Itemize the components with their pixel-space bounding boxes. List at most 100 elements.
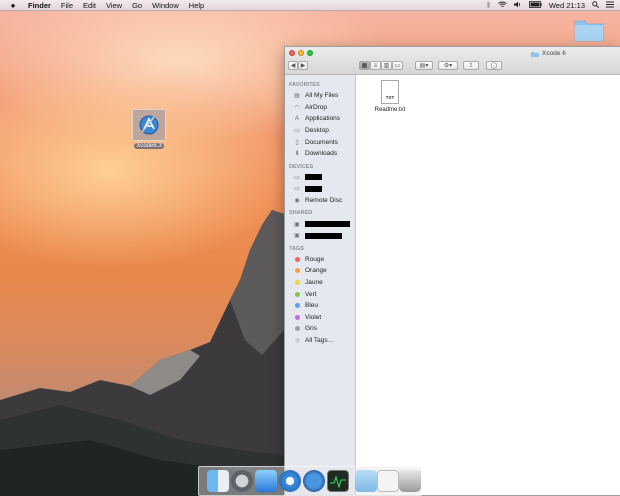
share-button[interactable]: ⇪ — [463, 61, 479, 70]
text-file-icon: TXT — [381, 80, 399, 104]
sidebar-item-label: Rouge — [305, 255, 325, 263]
sidebar-item-label: All My Files — [305, 92, 339, 100]
dock-safari-icon[interactable] — [279, 470, 301, 492]
notification-center-icon[interactable] — [606, 1, 614, 10]
sidebar-item-label: Jaune — [305, 279, 323, 287]
applications-icon: A — [294, 115, 299, 122]
desktop-icon: ▭ — [294, 128, 300, 135]
sidebar-item-label: Documents — [305, 138, 338, 146]
view-list-button[interactable]: ≡ — [370, 61, 381, 70]
desktop-xcode-app[interactable]: Xcode6.3 — [131, 109, 167, 157]
menu-go[interactable]: Go — [132, 1, 142, 10]
tag-color-dot — [294, 280, 300, 286]
share-icon: ⇪ — [468, 63, 474, 69]
network-computer-icon: ▣ — [294, 233, 300, 240]
sidebar-heading-shared: SHARED — [289, 210, 313, 217]
dock-documents-stack-icon[interactable] — [377, 470, 399, 492]
dock-appstore-icon[interactable] — [255, 470, 277, 492]
sidebar-item-label: Remote Disc — [305, 197, 343, 205]
sidebar-item-documents[interactable]: ▯ Documents — [285, 136, 355, 148]
sidebar-item-tag-jaune[interactable]: Jaune — [285, 277, 355, 289]
sidebar-item-all-tags[interactable]: All Tags… — [285, 335, 355, 347]
redacted-shared-name — [305, 221, 350, 228]
network-computer-icon: ▣ — [294, 221, 300, 228]
action-button[interactable]: ⚙▾ — [438, 61, 458, 70]
minimize-button[interactable] — [298, 50, 304, 56]
dock-folder-icon[interactable] — [355, 470, 377, 492]
dock-activity-monitor-icon[interactable] — [327, 470, 349, 492]
sidebar-item-desktop[interactable]: ▭ Desktop — [285, 125, 355, 137]
airdrop-icon: ◠ — [294, 104, 300, 111]
volume-icon[interactable] — [513, 1, 522, 10]
sidebar-item-tag-violet[interactable]: Violet — [285, 312, 355, 324]
sidebar-item-applications[interactable]: A Applications — [285, 113, 355, 125]
menu-finder[interactable]: Finder — [28, 1, 51, 10]
sidebar-heading-tags: TAGS — [289, 245, 304, 252]
view-icon-button[interactable]: ▦ — [359, 61, 370, 70]
file-readme[interactable]: TXT Readme.txt — [370, 80, 410, 113]
arrange-icon: ▤▾ — [419, 63, 429, 69]
close-button[interactable] — [289, 50, 295, 56]
desktop-folder-icon[interactable] — [574, 17, 604, 42]
forward-button[interactable]: ▶ — [298, 61, 308, 70]
sidebar-item-label: All Tags… — [305, 336, 335, 344]
sidebar-item-tag-gris[interactable]: Gris — [285, 323, 355, 335]
battery-icon[interactable] — [528, 0, 542, 10]
file-name: Readme.txt — [374, 107, 406, 113]
dock-launchpad-icon[interactable] — [231, 470, 253, 492]
view-column-button[interactable]: ▥ — [381, 61, 392, 70]
dock-trash-icon[interactable] — [399, 470, 421, 492]
sidebar-item-shared-1[interactable]: ▣ — [285, 218, 355, 230]
dock — [198, 466, 422, 496]
wifi-icon[interactable] — [498, 1, 507, 10]
file-type-badge: TXT — [385, 95, 395, 100]
finder-titlebar[interactable]: Xcode 6 ◀ ▶ ▦ ≡ ▥ ▭ ▤▾ ⚙▾ ⇪ ◯ — [285, 47, 620, 75]
menu-window[interactable]: Window — [152, 1, 179, 10]
desktop-xcode-label: Xcode6.3 — [134, 143, 164, 149]
arrange-button[interactable]: ▤▾ — [415, 61, 433, 70]
finder-window: Xcode 6 ◀ ▶ ▦ ≡ ▥ ▭ ▤▾ ⚙▾ ⇪ ◯ FAVORITES … — [284, 46, 620, 496]
sidebar-item-tag-rouge[interactable]: Rouge — [285, 254, 355, 266]
tag-button[interactable]: ◯ — [486, 61, 502, 70]
menu-help[interactable]: Help — [189, 1, 204, 10]
bluetooth-icon[interactable]: ᛒ — [487, 2, 491, 9]
tag-color-dot — [294, 303, 300, 309]
dock-xcode-icon[interactable] — [303, 470, 325, 492]
menu-view[interactable]: View — [106, 1, 122, 10]
view-coverflow-button[interactable]: ▭ — [392, 61, 403, 70]
back-button[interactable]: ◀ — [288, 61, 298, 70]
menu-file[interactable]: File — [61, 1, 73, 10]
sidebar-item-airdrop[interactable]: ◠ AirDrop — [285, 102, 355, 114]
sidebar-item-tag-vert[interactable]: Vert — [285, 288, 355, 300]
disk-icon: ▭ — [294, 186, 300, 193]
finder-toolbar: ◀ ▶ ▦ ≡ ▥ ▭ ▤▾ ⚙▾ ⇪ ◯ — [285, 61, 620, 72]
sidebar-item-label: Desktop — [305, 127, 329, 135]
sidebar-item-device-1[interactable]: ▭ — [285, 172, 355, 184]
window-title: Xcode 6 — [531, 50, 566, 57]
gear-icon: ⚙▾ — [443, 63, 453, 69]
xcode-app-icon — [132, 109, 166, 141]
sidebar-item-downloads[interactable]: ⬇ Downloads — [285, 148, 355, 160]
apple-menu-icon[interactable]: ● — [8, 1, 18, 10]
column-view-icon: ▥ — [383, 63, 390, 69]
sidebar-item-remote-disc[interactable]: ◉ Remote Disc — [285, 195, 355, 207]
sidebar-item-shared-2[interactable]: ▣ — [285, 230, 355, 242]
disk-icon: ▭ — [294, 174, 300, 181]
menu-edit[interactable]: Edit — [83, 1, 96, 10]
zoom-button[interactable] — [307, 50, 313, 56]
spotlight-icon[interactable] — [592, 0, 599, 10]
tag-color-dot — [294, 314, 300, 320]
sidebar-item-tag-bleu[interactable]: Bleu — [285, 300, 355, 312]
coverflow-view-icon: ▭ — [394, 63, 401, 69]
menubar-clock[interactable]: Wed 21:13 — [549, 1, 585, 10]
all-files-icon: ▤ — [294, 93, 300, 100]
sidebar-item-label: Violet — [305, 313, 322, 321]
sidebar-item-label: Gris — [305, 325, 317, 333]
redacted-shared-name — [305, 232, 342, 239]
finder-content[interactable]: TXT Readme.txt — [356, 75, 620, 495]
tag-color-dot — [294, 256, 300, 262]
dock-finder-icon[interactable] — [207, 470, 229, 492]
sidebar-item-device-2[interactable]: ▭ — [285, 183, 355, 195]
sidebar-item-all-my-files[interactable]: ▤ All My Files — [285, 90, 355, 102]
sidebar-item-tag-orange[interactable]: Orange — [285, 265, 355, 277]
